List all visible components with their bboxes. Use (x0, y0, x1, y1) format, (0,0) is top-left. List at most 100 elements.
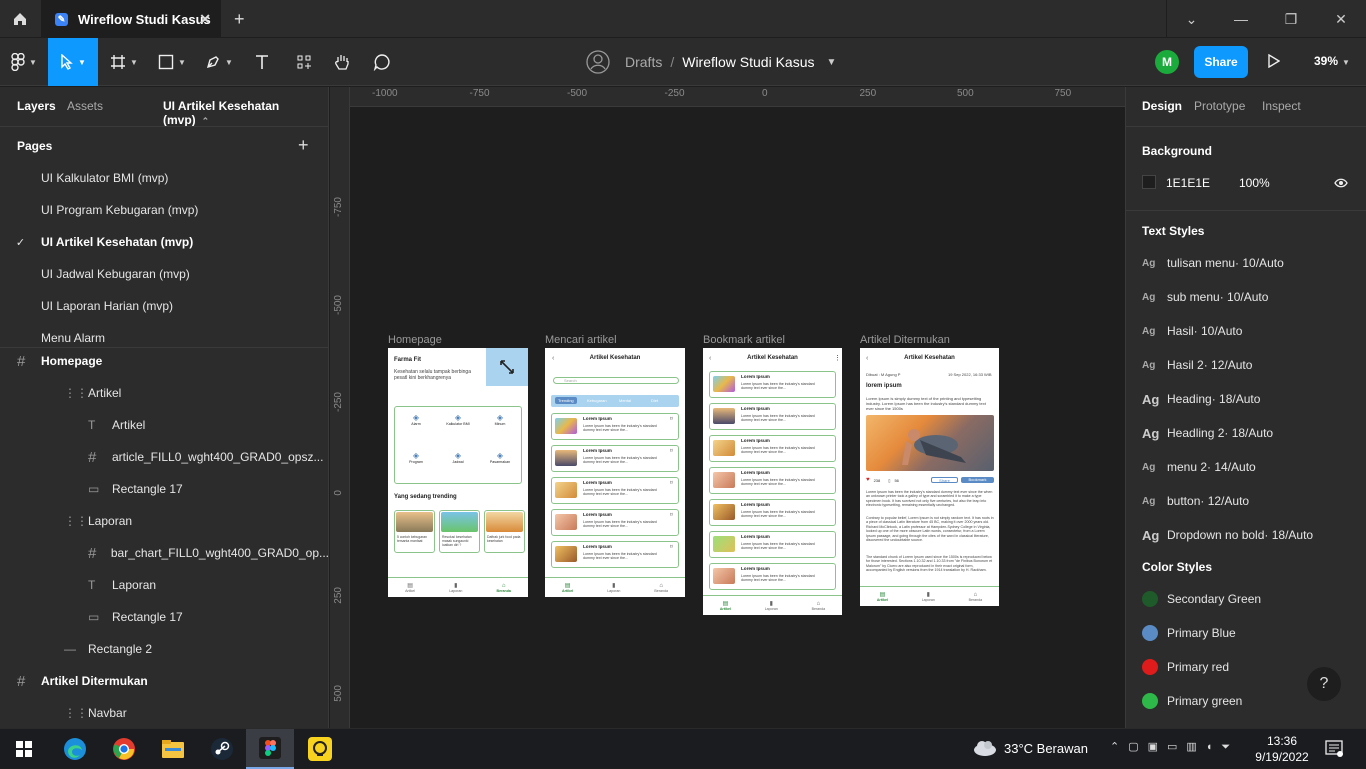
nav-item-artikel[interactable]: ▤ Artikel (877, 591, 888, 602)
close-tab-icon[interactable]: ✕ (199, 11, 211, 28)
article-card[interactable]: Lorem Ipsum Lorem Ipsum has been the indu… (709, 403, 836, 430)
text-style-item[interactable]: Ag Headling 2 · 18/Auto (1142, 416, 1273, 450)
pen-tool[interactable]: ▼ (198, 38, 240, 86)
help-button[interactable]: ? (1307, 667, 1341, 701)
layer-item[interactable]: — Rectangle 2 (0, 633, 328, 665)
frame-label-search[interactable]: Mencari artikel (545, 334, 617, 346)
text-style-item[interactable]: Ag Hasil · 10/Auto (1142, 314, 1242, 348)
layer-item[interactable]: ▭ Rectangle 17 (0, 473, 328, 505)
move-tool[interactable]: ▼ (48, 38, 98, 86)
weather-widget[interactable]: 33°C Berawan (972, 739, 1088, 757)
home-button[interactable] (0, 0, 40, 38)
clock-date[interactable]: 9/19/2022 (1248, 750, 1316, 764)
frame-label-homepage[interactable]: Homepage (388, 334, 442, 346)
article-card[interactable]: Lorem Ipsum Lorem Ipsum has been the indu… (551, 413, 679, 440)
nav-item-laporan[interactable]: ▮ Laporan (765, 600, 778, 611)
color-style-item[interactable]: Primary red (1142, 650, 1229, 684)
clock-time[interactable]: 13:36 (1252, 734, 1312, 748)
article-card[interactable]: Lorem Ipsum Lorem Ipsum has been the indu… (709, 435, 836, 462)
drafts-link[interactable]: Drafts (625, 54, 662, 70)
article-card[interactable]: Lorem Ipsum Lorem Ipsum has been the indu… (709, 371, 836, 398)
nav-item-laporan[interactable]: ▮ Laporan (449, 582, 462, 593)
page-item[interactable]: UI Jadwal Kebugaran (mvp) (0, 258, 328, 290)
trending-card[interactable]: Daftrak jurk food pada kesehatan (484, 510, 525, 553)
trending-card[interactable]: Resolusi kesehatan masak sungaunki loatk… (439, 510, 480, 553)
layer-item[interactable]: # article_FILL0_wght400_GRAD0_opsz... (0, 441, 328, 473)
menu-item[interactable]: ◈ Minum (479, 413, 521, 426)
layer-item[interactable]: ⋮⋮ Navbar (0, 697, 328, 728)
bookmark-icon[interactable]: ⌑ (670, 544, 673, 550)
layer-item[interactable]: # bar_chart_FILL0_wght400_GRAD0_op... (0, 537, 328, 569)
shape-tool[interactable]: ▼ (152, 38, 192, 86)
tab-prototype[interactable]: Prototype (1194, 99, 1245, 113)
background-hex[interactable]: 1E1E1E (1166, 176, 1210, 190)
page-item[interactable]: UI Laporan Harian (mvp) (0, 290, 328, 322)
new-tab-button[interactable]: + (234, 9, 245, 30)
menu-item[interactable]: ◈ Alarm (395, 413, 437, 426)
heart-icon[interactable]: ♥ (866, 477, 870, 483)
chevron-down-icon[interactable]: ▼ (827, 57, 837, 68)
app-yellow[interactable] (296, 729, 344, 769)
nav-item-artikel[interactable]: ▤ Artikel (562, 582, 573, 593)
color-style-item[interactable]: Secondary Green (1142, 582, 1261, 616)
color-style-item[interactable]: Primary green (1142, 684, 1242, 718)
page-selector[interactable]: UI Artikel Kesehatan (mvp) ⌃ (163, 99, 328, 127)
edge-app[interactable] (51, 729, 99, 769)
text-tool[interactable] (248, 38, 276, 86)
system-tray[interactable]: ⌃▢▣▭▥◖⏷ (1110, 740, 1239, 754)
text-style-item[interactable]: Ag button · 12/Auto (1142, 484, 1249, 518)
text-style-item[interactable]: Ag sub menu · 10/Auto (1142, 280, 1268, 314)
frame-label-found[interactable]: Artikel Ditermukan (860, 334, 950, 346)
article-card[interactable]: Lorem Ipsum Lorem Ipsum has been the indu… (709, 563, 836, 590)
article-card[interactable]: Lorem Ipsum Lorem Ipsum has been the indu… (551, 541, 679, 568)
tab-design[interactable]: Design (1142, 99, 1182, 113)
nav-item-beranda[interactable]: ⌂ Beranda (654, 583, 668, 593)
article-card[interactable]: Lorem Ipsum Lorem Ipsum has been the indu… (551, 509, 679, 536)
text-style-item[interactable]: Ag Heading · 18/Auto (1142, 382, 1260, 416)
canvas[interactable]: -1000 -750 -500 -250 0 250 500 750 -750 -500 -250… (330, 87, 1125, 728)
tab-inspect[interactable]: Inspect (1262, 99, 1301, 113)
layer-item[interactable]: T Laporan (0, 569, 328, 601)
present-button[interactable] (1268, 53, 1281, 73)
frame-tool[interactable]: ▼ (104, 38, 144, 86)
tab-assets[interactable]: Assets (67, 99, 103, 113)
color-style-item[interactable]: Primary Blue (1142, 616, 1236, 650)
layer-item[interactable]: # Artikel Ditermukan (0, 665, 328, 697)
page-item[interactable]: UI Program Kebugaran (mvp) (0, 194, 328, 226)
background-swatch[interactable] (1142, 175, 1156, 189)
share-button[interactable]: Share (1194, 46, 1248, 78)
comment-tool[interactable] (368, 38, 396, 86)
expand-icon[interactable] (486, 348, 528, 386)
search-input[interactable]: Search (553, 377, 679, 384)
layer-item[interactable]: ▭ Rectangle 17 (0, 601, 328, 633)
text-style-item[interactable]: Ag tulisan menu · 10/Auto (1142, 246, 1284, 280)
notification-icon[interactable] (1325, 739, 1343, 762)
file-name[interactable]: Wireflow Studi Kasus (682, 54, 814, 70)
category-chip[interactable]: Diet (651, 398, 658, 403)
minimize-button[interactable]: — (1216, 0, 1266, 38)
user-avatar[interactable]: M (1155, 50, 1179, 74)
search-frame[interactable]: ‹ Artikel Kesehatan Search Trending Kebug… (545, 348, 685, 597)
tab-layers[interactable]: Layers (17, 99, 56, 113)
text-style-item[interactable]: Ag Dropdown no bold · 18/Auto (1142, 518, 1313, 552)
nav-item-beranda[interactable]: ⌂ Beranda (969, 592, 983, 602)
steam-app[interactable] (198, 729, 246, 769)
nav-item-beranda[interactable]: ⌂ Beranda (812, 601, 826, 611)
nav-item-artikel[interactable]: ▤ Artikel (405, 582, 415, 593)
menu-item[interactable]: ◈ Program (395, 451, 437, 464)
layer-item[interactable]: ⋮⋮ Laporan (0, 505, 328, 537)
bookmark-article-button[interactable]: Bookmark (961, 477, 994, 483)
figma-app[interactable] (246, 729, 294, 769)
nav-item-artikel[interactable]: ▤ Artikel (720, 600, 731, 611)
comment-icon[interactable]: ▯ (888, 478, 890, 483)
category-chip[interactable]: Kebugaran (587, 398, 607, 403)
article-card[interactable]: Lorem Ipsum Lorem Ipsum has been the indu… (709, 467, 836, 494)
layer-item[interactable]: ⋮⋮ Artikel (0, 377, 328, 409)
chrome-app[interactable] (100, 729, 148, 769)
category-chip[interactable]: Trending (555, 397, 577, 404)
bookmark-icon[interactable]: ⌑ (670, 416, 673, 422)
category-chip[interactable]: Mental (619, 398, 631, 403)
menu-item[interactable]: ◈ Jadwal (437, 451, 479, 464)
restore-button[interactable]: ❐ (1266, 0, 1316, 38)
text-style-item[interactable]: Ag Hasil 2 · 12/Auto (1142, 348, 1252, 382)
